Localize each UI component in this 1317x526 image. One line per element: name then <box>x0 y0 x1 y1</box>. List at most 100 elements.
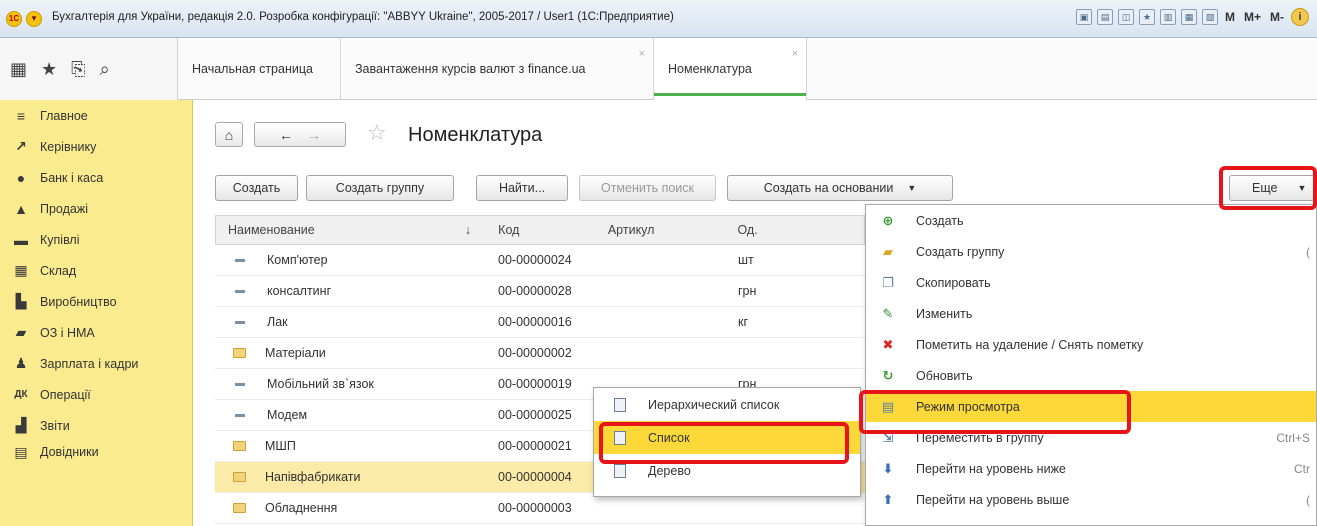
menu-item-tree[interactable]: Дерево <box>594 454 860 487</box>
menu-item-level-up[interactable]: ⬆ Перейти на уровень выше( <box>866 484 1316 515</box>
create-based-on-label: Создать на основании <box>763 181 894 195</box>
table-row[interactable]: Обладнення 00-00000003 <box>215 493 865 524</box>
print-icon[interactable]: ▤ <box>1096 9 1113 25</box>
tab-label: Начальная страница <box>192 62 313 76</box>
cancel-search-button[interactable]: Отменить поиск <box>579 175 716 201</box>
table-row[interactable]: консалтинг 00-00000028 грн <box>215 276 865 307</box>
table-row[interactable]: Комп'ютер 00-00000024 шт <box>215 245 865 276</box>
sidebar-item-sales[interactable]: ▲ Продажі <box>0 193 192 224</box>
memory-plus-button[interactable]: M+ <box>1242 10 1263 24</box>
save-icon[interactable]: ▣ <box>1075 9 1092 25</box>
sidebar-item-directories[interactable]: ▤ Довідники <box>0 441 192 463</box>
history-icon[interactable]: ⎘ <box>71 59 85 80</box>
item-icon <box>235 382 245 386</box>
view-mode-submenu: Иерархический список Список Дерево <box>593 387 861 497</box>
create-button[interactable]: Создать <box>215 175 298 201</box>
sidebar-item-label: Купівлі <box>40 232 80 247</box>
menu-item-view-mode[interactable]: ▤ Режим просмотра <box>866 391 1316 422</box>
menu-item-edit[interactable]: ✎ Изменить <box>866 298 1316 329</box>
app-menu-icon[interactable]: ▾ <box>26 11 42 27</box>
bank-icon: ● <box>16 169 26 186</box>
column-unit[interactable]: Од. <box>725 223 864 237</box>
menu-icon: ≡ <box>16 107 26 124</box>
favorite-star-icon[interactable]: ☆ <box>367 120 387 146</box>
tab-label: Завантаження курсів валют з finance.ua <box>355 62 586 76</box>
item-icon <box>235 289 245 293</box>
menu-item-list[interactable]: Список <box>594 421 860 454</box>
back-icon[interactable]: ← <box>279 127 293 143</box>
tab-home[interactable]: Начальная страница <box>178 38 341 100</box>
forward-icon[interactable]: → <box>307 127 321 143</box>
title-bar: 1С ▾ Бухгалтерія для України, редакція 2… <box>0 0 1317 38</box>
tab-currency-import[interactable]: Завантаження курсів валют з finance.ua × <box>341 38 654 100</box>
sidebar-item-purchases[interactable]: ▬ Купівлі <box>0 224 192 255</box>
menu-item-level-down[interactable]: ⬇ Перейти на уровень ниже Ctr <box>866 453 1316 484</box>
search-icon[interactable]: ⌕ <box>100 59 110 80</box>
menu-item-create[interactable]: ⊕ Создать <box>866 205 1316 236</box>
sidebar-item-label: Операції <box>40 387 91 402</box>
memory-button[interactable]: M <box>1223 10 1237 24</box>
create-group-button[interactable]: Создать группу <box>306 175 454 201</box>
chevron-down-icon: ▼ <box>907 183 917 193</box>
sidebar-item-operations[interactable]: ДК Операції <box>0 379 192 410</box>
chevron-down-icon: ▼ <box>1297 183 1307 193</box>
sidebar-item-salary[interactable]: ♟ Зарплата і кадри <box>0 348 192 379</box>
table-row[interactable]: Матеріали 00-00000002 <box>215 338 865 369</box>
menu-item-hierarchical-list[interactable]: Иерархический список <box>594 388 860 421</box>
menu-item-move-to-group[interactable]: ⇲ Переместить в группу Ctrl+S <box>866 422 1316 453</box>
more-menu: ⊕ Создать ▰ Создать группу( ❐ Скопировать ✎… <box>865 204 1317 526</box>
plus-circle-icon: ⊕ <box>882 212 894 228</box>
info-icon[interactable]: i <box>1291 8 1309 26</box>
menu-item-refresh[interactable]: ↻ Обновить <box>866 360 1316 391</box>
sidebar-item-label: Продажі <box>40 201 88 216</box>
menu-item-copy[interactable]: ❐ Скопировать <box>866 267 1316 298</box>
memory-minus-button[interactable]: M- <box>1268 10 1286 24</box>
bookmark-icon[interactable]: ▥ <box>1159 9 1176 25</box>
sidebar-item-label: Керівнику <box>40 139 97 154</box>
close-icon[interactable]: × <box>639 48 645 60</box>
menu-item-create-group[interactable]: ▰ Создать группу( <box>866 236 1316 267</box>
create-based-on-button[interactable]: Создать на основании ▼ <box>727 175 953 201</box>
nav-bar: ▦ ★ ⎘ ⌕ Начальная страница Завантаження … <box>0 38 1317 100</box>
sidebar-item-bank[interactable]: ● Банк і каса <box>0 162 192 193</box>
main-content: ⌂ ← → ☆ Номенклатура Создать Создать гру… <box>193 100 1317 526</box>
sidebar-item-assets[interactable]: ▰ ОЗ і НМА <box>0 317 192 348</box>
item-icon <box>235 413 245 417</box>
move-icon: ⇲ <box>882 429 894 445</box>
sidebar-item-reports[interactable]: ▟ Звіти <box>0 410 192 441</box>
sidebar-item-label: Банк і каса <box>40 170 104 185</box>
chart-icon: ↗ <box>15 138 27 154</box>
folder-icon <box>233 472 246 482</box>
folder-add-icon: ▰ <box>883 243 893 259</box>
tab-nomenclature[interactable]: Номенклатура × <box>654 38 807 100</box>
calendar-icon[interactable]: ▧ <box>1201 9 1218 25</box>
sidebar-item-main[interactable]: ≡ Главное <box>0 100 192 131</box>
sidebar-item-warehouse[interactable]: ▦ Склад <box>0 255 192 286</box>
calculator-icon[interactable]: ▦ <box>1180 9 1197 25</box>
column-article[interactable]: Артикул <box>596 223 726 237</box>
sidebar-item-label: Главное <box>40 108 88 123</box>
tree-icon <box>614 463 626 478</box>
list-icon <box>614 430 626 445</box>
tab-strip: Начальная страница Завантаження курсів в… <box>178 38 807 100</box>
sidebar-item-production[interactable]: ▙ Виробництво <box>0 286 192 317</box>
sidebar-item-label: Звіти <box>40 418 70 433</box>
level-up-icon: ⬆ <box>882 491 894 507</box>
menu-item-mark-delete[interactable]: ✖ Пометить на удаление / Снять пометку <box>866 329 1316 360</box>
favorites-star-icon[interactable]: ★ <box>41 59 57 80</box>
page-title: Номенклатура <box>408 124 543 146</box>
preview-icon[interactable]: ◫ <box>1117 9 1134 25</box>
person-icon: ♟ <box>14 355 28 371</box>
more-button[interactable]: Еще ▼ <box>1229 175 1315 201</box>
sidebar-item-manager[interactable]: ↗ Керівнику <box>0 131 192 162</box>
find-button[interactable]: Найти... <box>476 175 568 201</box>
close-icon[interactable]: × <box>792 48 798 60</box>
table-row[interactable]: Лак 00-00000016 кг <box>215 307 865 338</box>
more-label: Еще <box>1252 181 1278 195</box>
table-header: Наименование ↓ Код Артикул Од. <box>215 215 865 245</box>
column-name[interactable]: Наименование ↓ <box>216 223 485 237</box>
column-code[interactable]: Код <box>485 223 596 237</box>
home-button[interactable]: ⌂ <box>215 122 243 147</box>
apps-grid-icon[interactable]: ▦ <box>10 59 27 80</box>
favorites-icon[interactable]: ★ <box>1138 9 1155 25</box>
